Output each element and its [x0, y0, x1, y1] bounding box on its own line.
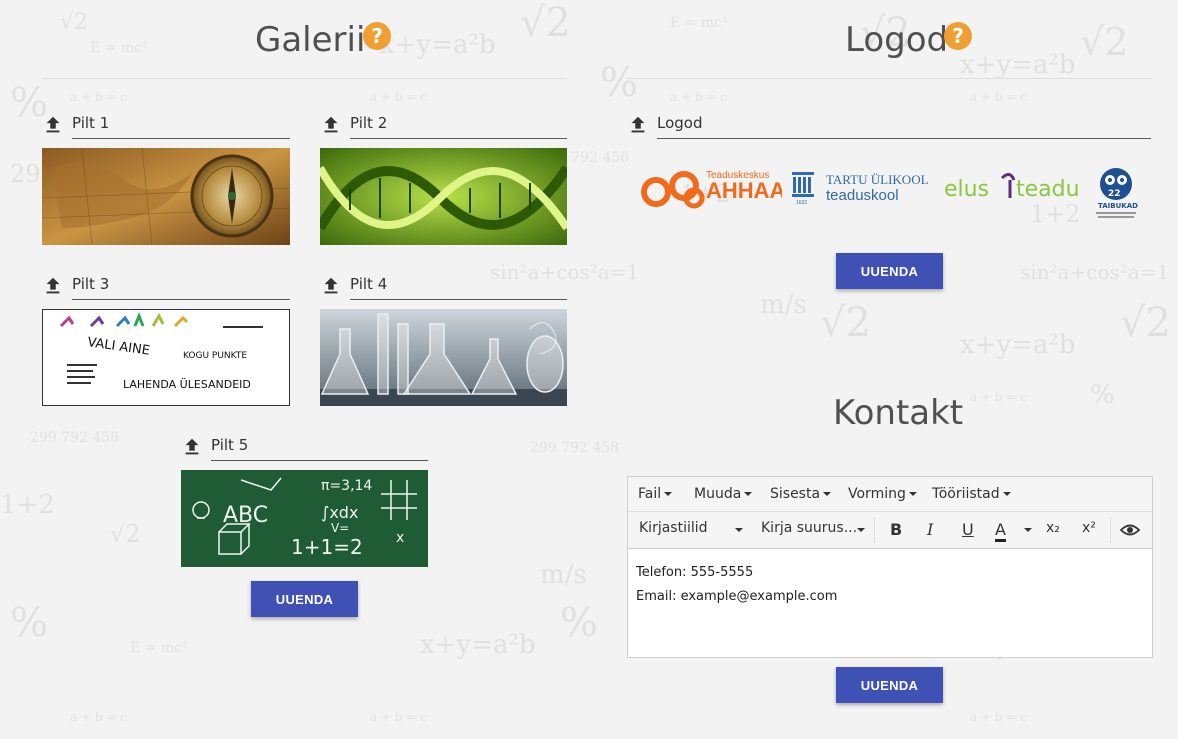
pilt5-integral: ∫xdx — [321, 503, 358, 522]
menu-fail[interactable]: Fail — [638, 486, 673, 502]
gallery-title: Galerii — [255, 20, 366, 60]
slot-label: Pilt 4 — [350, 275, 388, 293]
upload-icon[interactable] — [42, 275, 64, 297]
menu-label: Sisesta — [770, 486, 821, 502]
ahhaa-main-text: AHHAA — [706, 178, 782, 203]
chevron-down-icon — [908, 492, 917, 496]
text-color-label: A — [995, 520, 1006, 542]
logos-slot: Logod — [627, 114, 1151, 144]
menu-vorming[interactable]: Vorming — [848, 486, 917, 502]
slot-label: Pilt 2 — [350, 114, 388, 132]
upload-icon[interactable] — [181, 436, 203, 458]
gallery-slot-4: Pilt 4 — [320, 275, 567, 406]
contact-editor: Fail Muuda Sisesta Vorming Tööriistad Ki… — [627, 476, 1153, 658]
gallery-update-button[interactable]: UUENDA — [251, 581, 358, 617]
gallery-divider — [42, 78, 567, 79]
logos-help-icon[interactable]: ? — [944, 22, 972, 50]
slot-label: Pilt 1 — [72, 114, 110, 132]
taibukad-number-text: 22 — [1108, 189, 1121, 199]
subscript-button[interactable]: x₂ — [1046, 520, 1060, 536]
gallery-slot-2: Pilt 2 — [320, 114, 567, 245]
preview-eye-icon[interactable] — [1120, 521, 1140, 539]
logo-tartu: 1632 TARTU ÜLIKOOL teaduskool — [790, 166, 935, 206]
toolbar-separator — [874, 517, 875, 543]
font-family-label: Kirjastiilid — [639, 520, 708, 536]
font-size-select[interactable]: Kirja suurus... — [761, 520, 857, 536]
bold-button[interactable]: B — [890, 520, 902, 539]
contact-title: Kontakt — [833, 393, 964, 433]
pilt5-v: V= — [331, 521, 349, 535]
gallery-slot-3: Pilt 3 VALI AINE KOGU PUNKTE LAHENDA ÜLE… — [42, 275, 290, 406]
menu-label: Tööriistad — [932, 486, 1000, 502]
logo-elusteadus: elus teadus — [944, 170, 1091, 204]
pilt5-x: x — [396, 530, 404, 546]
pilt-3-image[interactable]: VALI AINE KOGU PUNKTE LAHENDA ÜLESANDEID — [42, 309, 290, 406]
text-color-button[interactable]: A — [995, 520, 1006, 542]
contact-phone-line: Telefon: 555-5555 — [636, 565, 754, 580]
font-size-label: Kirja suurus... — [761, 520, 858, 536]
tartu-small-text: 1632 — [796, 200, 807, 206]
gallery-slot-1: Pilt 1 — [42, 114, 290, 245]
slot-label: Pilt 5 — [211, 436, 249, 454]
chevron-down-icon — [1002, 492, 1011, 496]
toolbar-separator — [1110, 517, 1111, 543]
contact-email-line: Email: example@example.com — [636, 589, 838, 604]
menu-label: Muuda — [694, 486, 742, 502]
logo-ahhaa: Teaduskeskus AHHAA — [640, 162, 786, 210]
tartu-line2-text: teaduskool — [826, 187, 899, 204]
superscript-button[interactable]: x² — [1082, 520, 1096, 536]
chevron-down-icon — [744, 492, 753, 496]
slot-label: Logod — [657, 114, 703, 132]
chevron-down-icon — [664, 492, 673, 496]
logos-title: Logod — [845, 20, 949, 60]
menu-muuda[interactable]: Muuda — [694, 486, 753, 502]
pilt-1-image[interactable] — [42, 148, 290, 245]
editor-toolbar: Kirjastiilid Kirja suurus... B I U A x₂ … — [628, 512, 1152, 549]
italic-button[interactable]: I — [927, 520, 933, 539]
editor-content[interactable]: Telefon: 555-5555 Email: example@example… — [636, 561, 837, 609]
slot-underline — [211, 460, 428, 461]
slot-underline — [350, 138, 567, 139]
tartu-line1-text: TARTU ÜLIKOOL — [826, 172, 929, 187]
elus-right-text: teadus — [1016, 177, 1079, 202]
pilt3-kogu-punkte: KOGU PUNKTE — [183, 351, 247, 361]
pilt3-vali-aine: VALI AINE — [86, 335, 150, 359]
pilt3-lahenda: LAHENDA ÜLESANDEID — [123, 378, 251, 391]
chevron-down-icon[interactable] — [735, 528, 743, 532]
pilt-2-image[interactable] — [320, 148, 567, 245]
menu-tooriistad[interactable]: Tööriistad — [932, 486, 1011, 502]
pilt-4-image[interactable] — [320, 309, 567, 406]
logos-update-button[interactable]: UUENDA — [836, 253, 943, 289]
chevron-down-icon[interactable] — [857, 528, 865, 532]
slot-label: Pilt 3 — [72, 275, 110, 293]
font-family-select[interactable]: Kirjastiilid — [639, 520, 708, 536]
contact-update-button[interactable]: UUENDA — [836, 667, 943, 703]
pilt5-one-plus-one: 1+1=2 — [291, 535, 363, 559]
slot-underline — [657, 138, 1151, 139]
slot-underline — [350, 299, 567, 300]
gallery-slot-5: Pilt 5 ABC π=3,14 ∫xdx 1+1=2 V= x — [181, 436, 428, 567]
upload-icon[interactable] — [42, 114, 64, 136]
logos-divider — [627, 78, 1152, 79]
underline-button[interactable]: U — [962, 520, 974, 539]
upload-icon[interactable] — [627, 114, 649, 136]
elus-left-text: elus — [944, 177, 989, 202]
pilt5-pi: π=3,14 — [321, 478, 372, 494]
chevron-down-icon — [823, 492, 832, 496]
menu-sisesta[interactable]: Sisesta — [770, 486, 832, 502]
slot-underline — [72, 138, 290, 139]
editor-menubar: Fail Muuda Sisesta Vorming Tööriistad — [628, 477, 1152, 512]
upload-icon[interactable] — [320, 114, 342, 136]
chevron-down-icon[interactable] — [1024, 528, 1032, 532]
slot-underline — [72, 299, 290, 300]
taibukad-name-text: TAIBUKAD — [1098, 202, 1138, 210]
upload-icon[interactable] — [320, 275, 342, 297]
logo-taibukad: 22 TAIBUKAD — [1092, 164, 1146, 222]
gallery-help-icon[interactable]: ? — [363, 22, 391, 50]
pilt-5-image[interactable]: ABC π=3,14 ∫xdx 1+1=2 V= x — [181, 470, 428, 567]
menu-label: Fail — [638, 486, 662, 502]
menu-label: Vorming — [848, 486, 906, 502]
